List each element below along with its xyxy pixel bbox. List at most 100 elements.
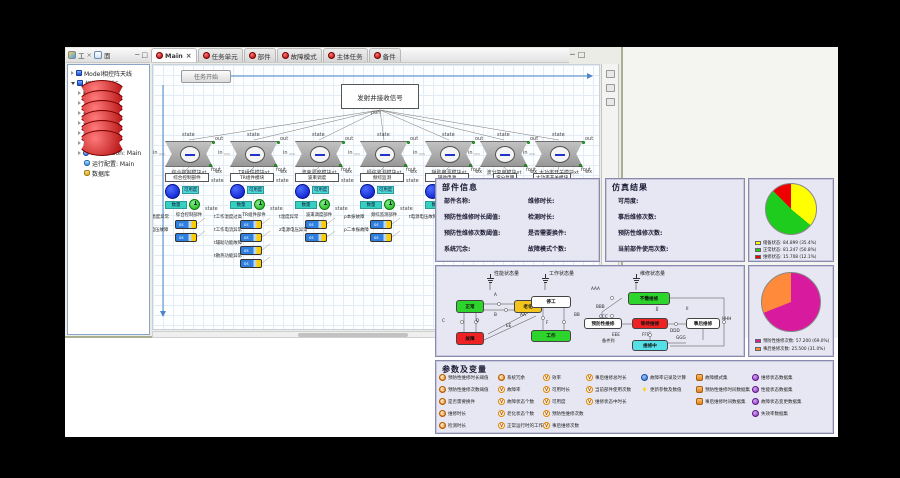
document-icon[interactable] xyxy=(94,51,102,59)
parameter-item[interactable]: V效率 xyxy=(543,374,561,381)
tree-arrow-icon[interactable] xyxy=(78,101,81,105)
parameter-item[interactable]: V故障率 xyxy=(498,386,521,393)
tab-任务单元[interactable]: 任务单元 xyxy=(198,48,243,62)
parameter-item[interactable]: 故障模式集 xyxy=(696,374,728,381)
fout-port-dot[interactable] xyxy=(209,164,212,167)
quantity-chip[interactable]: 数量 xyxy=(295,201,317,209)
select-tool-icon[interactable] xyxy=(606,84,615,92)
tab-部件[interactable]: 部件 xyxy=(244,48,276,62)
parameter-item[interactable]: 更新参数及数值 xyxy=(641,386,682,393)
tree-arrow-icon[interactable] xyxy=(78,91,81,95)
failure-mode-node[interactable]: os xyxy=(370,233,392,242)
parameter-item[interactable]: V预防性维修次数 xyxy=(543,410,584,417)
parameter-item[interactable]: 故障状态变更数据集 xyxy=(752,398,802,405)
parameter-item[interactable]: C系统冗余 xyxy=(498,374,525,381)
component-box[interactable]: 综合控制部件 xyxy=(165,173,209,182)
tree-arrow-icon[interactable] xyxy=(78,111,81,115)
out-port-dot[interactable] xyxy=(527,141,530,144)
parameter-item[interactable]: C是否需要换件 xyxy=(439,398,475,405)
parameter-item[interactable]: C预防性维修时长阈值 xyxy=(439,374,489,381)
tab-故障模式[interactable]: 故障模式 xyxy=(277,48,322,62)
close-icon[interactable]: × xyxy=(186,52,192,60)
parameter-item[interactable]: V当前部件使用次数 xyxy=(586,386,631,393)
quantity-chip[interactable]: 数量 xyxy=(360,201,382,209)
tab-Main[interactable]: Main× xyxy=(151,48,197,62)
state-box-no-repair[interactable]: 不需维修 xyxy=(628,292,670,305)
failure-mode-node[interactable]: os xyxy=(240,259,262,268)
parameter-item[interactable]: 故障率记录及计算 xyxy=(641,374,686,381)
minimize-icon[interactable]: ─ xyxy=(570,50,575,59)
parameter-item[interactable]: C预防性维修次数阈值 xyxy=(439,386,489,393)
out-port-dot[interactable] xyxy=(342,141,345,144)
tree-arrow-icon[interactable] xyxy=(78,141,81,145)
tree-arrow-icon[interactable] xyxy=(78,131,81,135)
state-machine-node[interactable] xyxy=(295,141,343,167)
parameter-item[interactable]: 失效率数据集 xyxy=(752,410,788,417)
tree-item-Model相控阵天线[interactable]: Model相控阵天线 xyxy=(68,68,149,78)
parameter-item[interactable]: C检测时长 xyxy=(439,422,466,429)
fout-port-dot[interactable] xyxy=(469,164,472,167)
failure-mode-node[interactable]: os xyxy=(240,246,262,255)
state-box-working[interactable]: 工作 xyxy=(531,330,571,342)
tree-arrow-icon[interactable] xyxy=(71,82,75,85)
parameter-item[interactable]: 性能状态数据集 xyxy=(752,386,793,393)
scrollbar-thumb[interactable] xyxy=(298,333,408,337)
out-port-dot[interactable] xyxy=(407,141,410,144)
failure-mode-node[interactable]: os xyxy=(370,220,392,229)
state-box-fault[interactable]: 故障 xyxy=(456,332,484,345)
availability-node[interactable] xyxy=(165,184,180,199)
parameter-item[interactable]: C维修时长 xyxy=(439,410,466,417)
fout-port-dot[interactable] xyxy=(524,164,527,167)
out-port-dot[interactable] xyxy=(212,141,215,144)
tree-item-数据库[interactable]: 数据库 xyxy=(68,168,149,178)
tree-arrow-icon[interactable] xyxy=(71,71,74,75)
fout-port-dot[interactable] xyxy=(339,164,342,167)
tree-item-部件[interactable]: 部件 xyxy=(68,138,149,148)
quantity-chip[interactable]: 数量 xyxy=(165,201,187,209)
failure-mode-node[interactable]: os xyxy=(175,233,197,242)
parameter-item[interactable]: V事后维修次数 xyxy=(543,422,579,429)
maximize-icon[interactable]: □ xyxy=(141,51,148,59)
parameter-item[interactable]: V老化状态个数 xyxy=(498,410,534,417)
state-machine-node[interactable] xyxy=(360,141,408,167)
failure-mode-node[interactable]: os xyxy=(305,233,327,242)
failure-mode-node[interactable]: os xyxy=(175,220,197,229)
maximize-icon[interactable]: □ xyxy=(578,50,586,59)
out-port-dot[interactable] xyxy=(582,141,585,144)
marquee-tool-icon[interactable] xyxy=(606,98,615,106)
state-box-preventive[interactable]: 预防性维修 xyxy=(584,318,622,329)
parameter-item[interactable]: 事后维修时间数据集 xyxy=(696,398,746,405)
fout-port-dot[interactable] xyxy=(404,164,407,167)
palette-flyout-icon[interactable] xyxy=(606,70,615,78)
state-box-normal[interactable]: 正常 xyxy=(456,300,484,313)
tab-主体任务[interactable]: 主体任务 xyxy=(323,48,368,62)
component-box[interactable]: 频综监测 xyxy=(360,173,404,182)
tree-arrow-icon[interactable] xyxy=(78,151,81,155)
tree-item-运行配置: Main[interactable]: 运行配置: Main xyxy=(68,158,149,168)
fout-port-dot[interactable] xyxy=(274,164,277,167)
availability-node[interactable] xyxy=(360,184,375,199)
parameter-item[interactable]: V维修状态中时长 xyxy=(586,398,627,405)
minimize-icon[interactable]: ─ xyxy=(135,51,139,59)
state-machine-node[interactable] xyxy=(535,141,583,167)
close-icon[interactable]: × xyxy=(87,51,92,59)
component-box[interactable]: 波束调度 xyxy=(295,173,339,182)
parameter-item[interactable]: V故障状态个数 xyxy=(498,398,534,405)
out-port-dot[interactable] xyxy=(472,141,475,144)
parameter-item[interactable]: V正常运行时的工作数 xyxy=(498,422,548,429)
parameter-item[interactable]: 维修状态数据集 xyxy=(752,374,793,381)
parameter-item[interactable]: V可用时长 xyxy=(543,386,570,393)
availability-node[interactable] xyxy=(230,184,245,199)
failure-mode-node[interactable]: os xyxy=(305,220,327,229)
task-start-node[interactable]: 任务开始 xyxy=(181,70,231,83)
parameter-item[interactable]: V事后维修总时长 xyxy=(586,374,627,381)
out-port-dot[interactable] xyxy=(277,141,280,144)
failure-mode-node[interactable]: os xyxy=(240,220,262,229)
state-box-idle[interactable]: 停工 xyxy=(531,296,571,308)
failure-mode-node[interactable]: os xyxy=(240,233,262,242)
tab-备件[interactable]: 备件 xyxy=(369,48,401,62)
component-box[interactable]: TR组件模块 xyxy=(230,173,274,182)
state-machine-node[interactable] xyxy=(480,141,528,167)
state-machine-node[interactable] xyxy=(165,141,213,167)
state-box-repairing[interactable]: 维修中 xyxy=(632,340,668,351)
